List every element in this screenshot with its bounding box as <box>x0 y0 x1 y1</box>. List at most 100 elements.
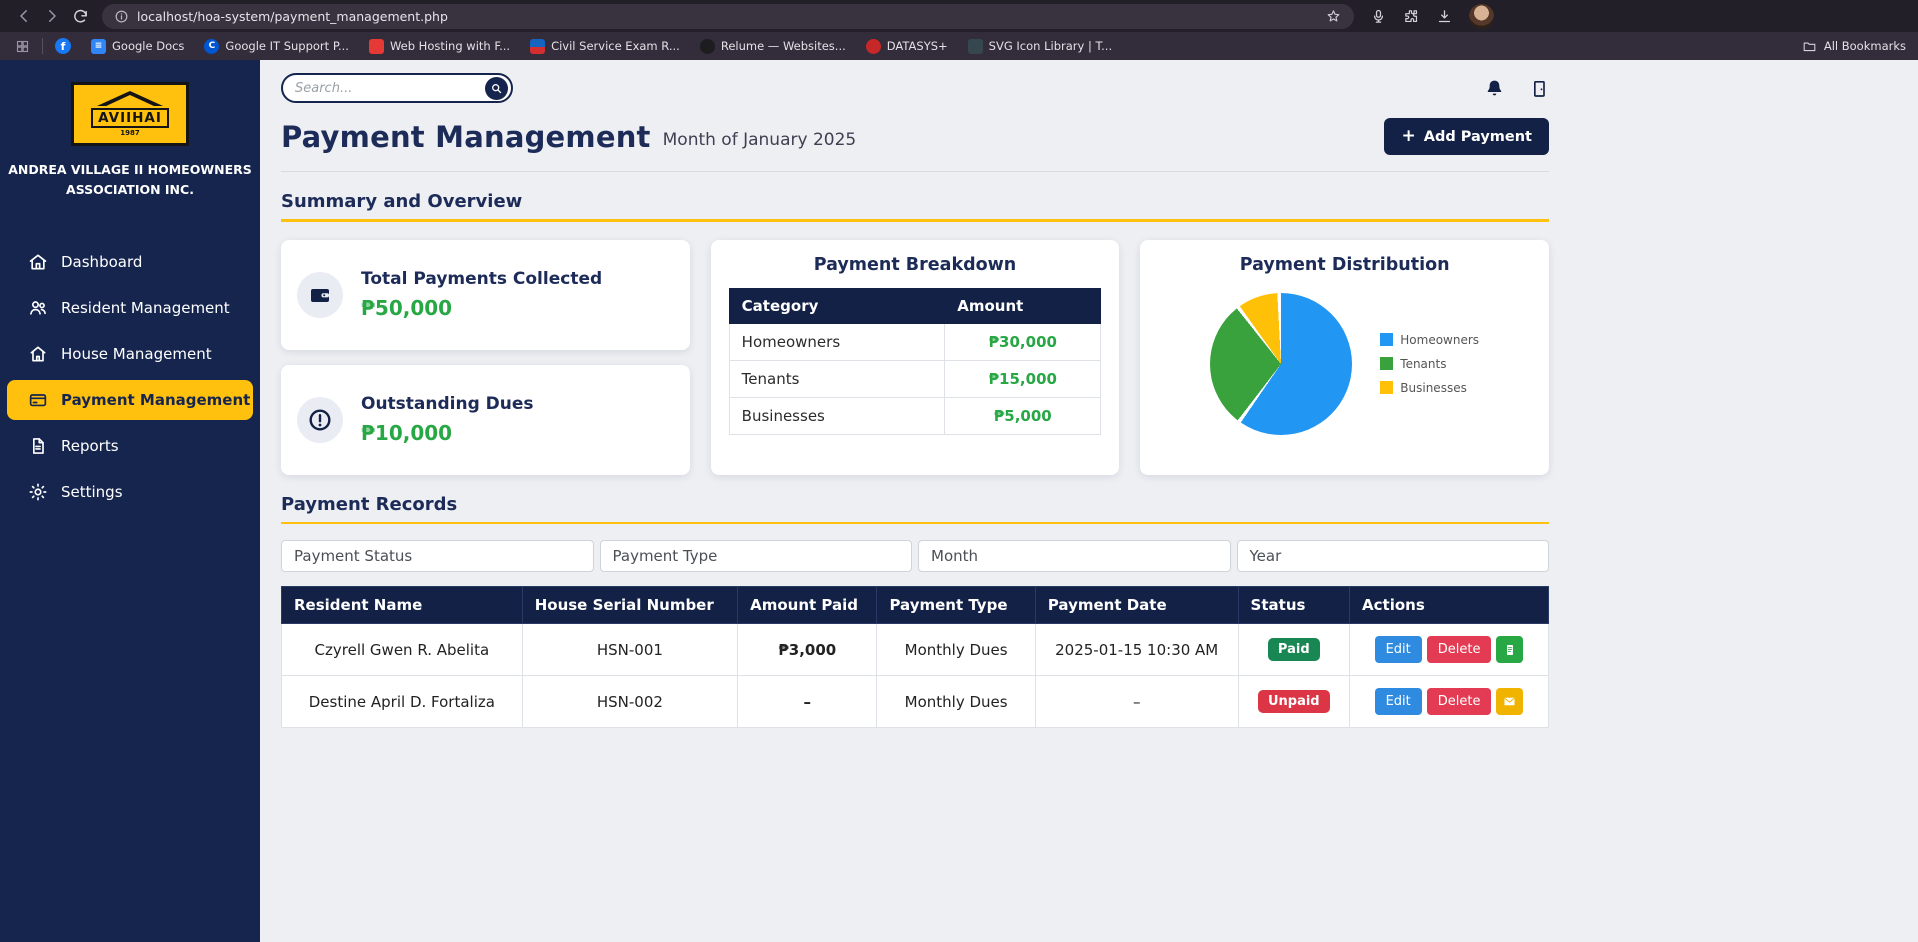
bookmark-item[interactable]: Web Hosting with F... <box>369 39 510 54</box>
resident-name-link[interactable]: Czyrell Gwen R. Abelita <box>282 624 523 676</box>
webhost-favicon <box>369 39 384 54</box>
exclamation-icon <box>297 397 343 443</box>
payment-status-filter[interactable]: Payment Status <box>281 540 594 572</box>
sidebar-item-reports[interactable]: Reports <box>7 426 253 466</box>
address-bar[interactable]: localhost/hoa-system/payment_management.… <box>102 4 1354 29</box>
breakdown-title: Payment Breakdown <box>711 255 1120 275</box>
sidebar-item-dashboard[interactable]: Dashboard <box>7 242 253 282</box>
breakdown-col-category: Category <box>729 288 945 323</box>
bookmark-facebook[interactable]: f <box>55 38 71 54</box>
month-filter[interactable]: Month <box>918 540 1231 572</box>
profile-avatar[interactable] <box>1469 4 1494 29</box>
col-payment-type: Payment Type <box>877 587 1035 624</box>
edit-button[interactable]: Edit <box>1375 688 1422 715</box>
delete-button[interactable]: Delete <box>1427 636 1492 663</box>
add-payment-button[interactable]: + Add Payment <box>1384 118 1549 155</box>
org-logo: AVIIHAI 1987 <box>71 82 189 146</box>
edit-button[interactable]: Edit <box>1375 636 1422 663</box>
bookmark-star-icon[interactable] <box>1325 8 1342 25</box>
payment-type-cell: Monthly Dues <box>877 676 1035 728</box>
col-status: Status <box>1238 587 1349 624</box>
payment-type-filter[interactable]: Payment Type <box>600 540 913 572</box>
refresh-icon[interactable] <box>66 3 94 29</box>
amount-paid-cell: – <box>738 676 877 728</box>
legend-swatch-green <box>1380 357 1393 370</box>
all-bookmarks-button[interactable]: All Bookmarks <box>1802 39 1906 54</box>
table-row: Czyrell Gwen R. Abelita HSN-001 ₱3,000 M… <box>282 624 1549 676</box>
bookmark-item[interactable]: Relume — Websites... <box>700 39 846 54</box>
bookmark-item[interactable]: DATASYS+ <box>866 39 948 54</box>
datasys-favicon <box>866 39 881 54</box>
payment-distribution-card: Payment Distribution Homeowners Tenants <box>1140 240 1549 475</box>
amount-paid-cell: ₱3,000 <box>738 624 877 676</box>
col-actions: Actions <box>1350 587 1549 624</box>
search-bar <box>281 73 513 103</box>
bookmarks-bar: f ≡ Google Docs C Google IT Support P...… <box>0 32 1918 60</box>
users-icon <box>28 298 48 318</box>
logo-roof-icon <box>97 91 163 106</box>
forward-icon[interactable] <box>38 3 66 29</box>
breakdown-category: Businesses <box>729 397 945 434</box>
col-resident-name: Resident Name <box>282 587 523 624</box>
sidebar-item-house-management[interactable]: House Management <box>7 334 253 374</box>
downloads-icon[interactable] <box>1436 8 1453 25</box>
bookmark-item[interactable]: ≡ Google Docs <box>91 39 184 54</box>
report-document-icon <box>28 436 48 456</box>
outstanding-dues-value: ₱10,000 <box>361 421 534 445</box>
plus-icon: + <box>1401 128 1415 145</box>
breakdown-category: Tenants <box>729 360 945 397</box>
mic-icon[interactable] <box>1370 8 1387 25</box>
breakdown-amount: ₱15,000 <box>945 360 1101 397</box>
resident-name-link[interactable]: Destine April D. Fortaliza <box>282 676 523 728</box>
house-icon <box>28 344 48 364</box>
distribution-title: Payment Distribution <box>1140 255 1549 275</box>
legend-item-homeowners: Homeowners <box>1380 333 1479 347</box>
svg-library-favicon <box>968 39 983 54</box>
search-input[interactable] <box>295 81 485 96</box>
sidebar-item-payment-management[interactable]: Payment Management <box>7 380 253 420</box>
page-subtitle: Month of January 2025 <box>663 130 857 150</box>
extensions-icon[interactable] <box>1403 8 1420 25</box>
sidebar-item-resident-management[interactable]: Resident Management <box>7 288 253 328</box>
credit-card-icon <box>28 390 48 410</box>
sidebar-item-settings[interactable]: Settings <box>7 472 253 512</box>
breakdown-amount: ₱30,000 <box>945 323 1101 360</box>
house-serial-cell: HSN-001 <box>522 624 737 676</box>
back-icon[interactable] <box>10 3 38 29</box>
notifications-bell-icon[interactable] <box>1484 78 1505 99</box>
year-filter[interactable]: Year <box>1237 540 1550 572</box>
total-payments-title: Total Payments Collected <box>361 269 602 289</box>
status-badge: Paid <box>1268 638 1320 661</box>
payment-breakdown-card: Payment Breakdown Category Amount Homeow… <box>711 240 1120 475</box>
table-row: Businesses ₱5,000 <box>729 397 1101 434</box>
receipt-button[interactable] <box>1496 636 1523 663</box>
breakdown-table: Category Amount Homeowners ₱30,000 Tenan… <box>729 288 1102 435</box>
bookmarks-divider <box>42 38 43 54</box>
bookmark-item[interactable]: Civil Service Exam R... <box>530 39 680 54</box>
delete-button[interactable]: Delete <box>1427 688 1492 715</box>
header-divider <box>281 171 1549 172</box>
sidebar: AVIIHAI 1987 ANDREA VILLAGE II HOMEOWNER… <box>0 60 260 942</box>
email-button[interactable] <box>1496 688 1523 715</box>
house-serial-cell: HSN-002 <box>522 676 737 728</box>
table-header-row: Resident Name House Serial Number Amount… <box>282 587 1549 624</box>
records-section-title: Payment Records <box>281 494 1549 515</box>
breakdown-category: Homeowners <box>729 323 945 360</box>
coursera-favicon: C <box>204 39 219 54</box>
bookmark-item[interactable]: C Google IT Support P... <box>204 39 349 54</box>
bookmark-item[interactable]: SVG Icon Library | T... <box>968 39 1112 54</box>
browser-toolbar: localhost/hoa-system/payment_management.… <box>0 0 1918 32</box>
breakdown-amount: ₱5,000 <box>945 397 1101 434</box>
logout-door-icon[interactable] <box>1529 78 1549 99</box>
page-title: Payment Management <box>281 120 651 154</box>
search-button[interactable] <box>485 77 508 100</box>
search-icon <box>490 82 503 95</box>
org-name: ANDREA VILLAGE II HOMEOWNERS ASSOCIATION… <box>8 160 252 200</box>
total-payments-value: ₱50,000 <box>361 296 602 320</box>
site-info-icon[interactable] <box>114 9 129 24</box>
main-content: Payment Management Month of January 2025… <box>260 60 1918 942</box>
google-docs-favicon: ≡ <box>91 39 106 54</box>
facebook-favicon: f <box>55 38 71 54</box>
home-icon <box>28 252 48 272</box>
apps-grid-icon[interactable] <box>12 33 32 59</box>
